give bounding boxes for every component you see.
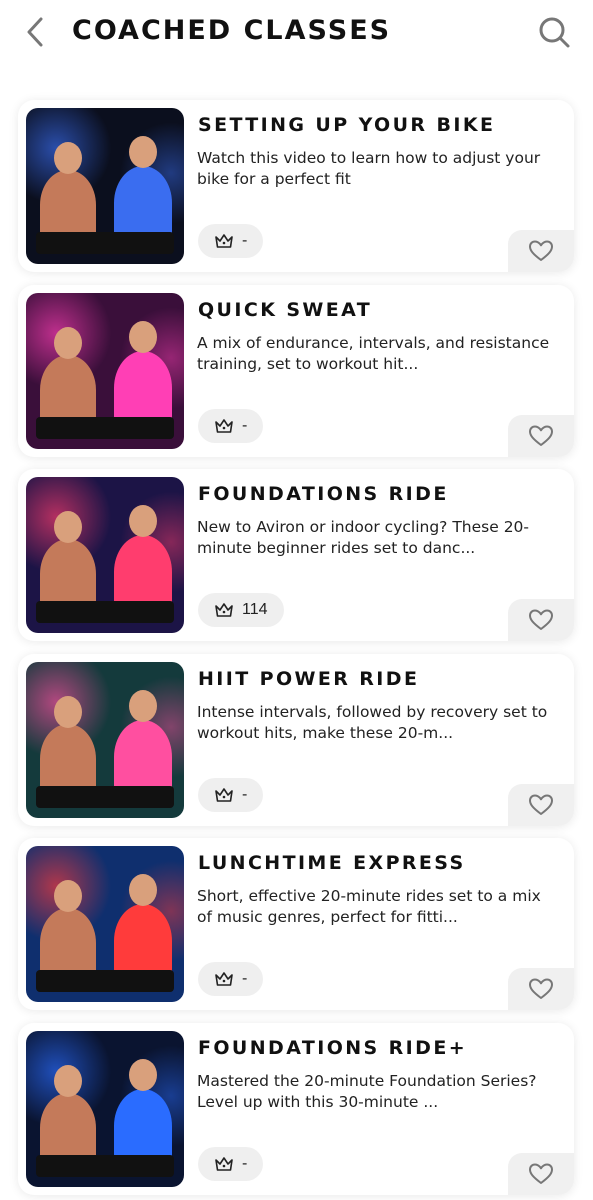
class-description: A mix of endurance, intervals, and resis… [197, 334, 550, 373]
crown-icon [214, 417, 234, 435]
favorite-button[interactable] [508, 784, 574, 826]
page-title: COACHED CLASSES [72, 15, 392, 46]
back-chevron-icon[interactable] [20, 14, 52, 50]
class-count: 114 [242, 601, 268, 618]
heart-icon [528, 608, 554, 632]
search-icon[interactable] [534, 12, 574, 52]
class-description: Mastered the 20-minute Foundation Series… [197, 1072, 537, 1111]
crown-icon [214, 786, 234, 804]
class-description: New to Aviron or indoor cycling? These 2… [197, 518, 530, 557]
favorite-button[interactable] [508, 599, 574, 641]
class-count-badge: - [198, 962, 264, 996]
class-card[interactable]: HIIT POWER RIDE Intense intervals, follo… [18, 654, 574, 826]
class-count-badge: - [198, 1147, 264, 1181]
crown-icon [214, 232, 234, 250]
favorite-button[interactable] [508, 415, 574, 457]
crown-icon [214, 601, 234, 619]
class-title[interactable]: SETTING UP YOUR BIKE [198, 114, 495, 136]
class-description: Intense intervals, followed by recovery … [197, 703, 548, 742]
class-count-badge: - [198, 224, 264, 258]
class-title[interactable]: HIIT POWER RIDE [198, 668, 419, 690]
class-title[interactable]: FOUNDATIONS RIDE [198, 483, 449, 505]
class-count: - [242, 786, 248, 803]
favorite-button[interactable] [508, 1153, 574, 1195]
class-thumbnail[interactable] [26, 293, 184, 449]
class-thumbnail[interactable] [26, 846, 184, 1002]
heart-icon [528, 977, 554, 1001]
favorite-button[interactable] [508, 968, 574, 1010]
class-card[interactable]: SETTING UP YOUR BIKE Watch this video to… [18, 100, 574, 272]
class-count: - [242, 232, 248, 249]
class-count-badge: - [198, 778, 264, 812]
heart-icon [528, 424, 554, 448]
class-card[interactable]: LUNCHTIME EXPRESS Short, effective 20-mi… [18, 838, 574, 1010]
class-title[interactable]: FOUNDATIONS RIDE+ [198, 1037, 467, 1059]
class-card[interactable]: FOUNDATIONS RIDE New to Aviron or indoor… [18, 469, 574, 641]
class-card[interactable]: FOUNDATIONS RIDE+ Mastered the 20-minute… [18, 1023, 574, 1195]
favorite-button[interactable] [508, 230, 574, 272]
header: COACHED CLASSES [0, 0, 593, 70]
crown-icon [214, 970, 234, 988]
class-card[interactable]: QUICK SWEAT A mix of endurance, interval… [18, 285, 574, 457]
class-count-badge: - [198, 409, 264, 443]
class-thumbnail[interactable] [26, 662, 184, 818]
class-description: Short, effective 20-minute rides set to … [197, 887, 541, 926]
class-count: - [242, 970, 248, 987]
class-count: - [242, 1155, 248, 1172]
crown-icon [214, 1155, 234, 1173]
class-thumbnail[interactable] [26, 108, 184, 264]
heart-icon [528, 1162, 554, 1186]
class-title[interactable]: LUNCHTIME EXPRESS [198, 852, 466, 874]
class-thumbnail[interactable] [26, 477, 184, 633]
heart-icon [528, 793, 554, 817]
class-description: Watch this video to learn how to adjust … [197, 149, 541, 188]
class-count: - [242, 417, 248, 434]
class-thumbnail[interactable] [26, 1031, 184, 1187]
class-count-badge: 114 [198, 593, 284, 627]
class-title[interactable]: QUICK SWEAT [198, 299, 372, 321]
heart-icon [528, 239, 554, 263]
